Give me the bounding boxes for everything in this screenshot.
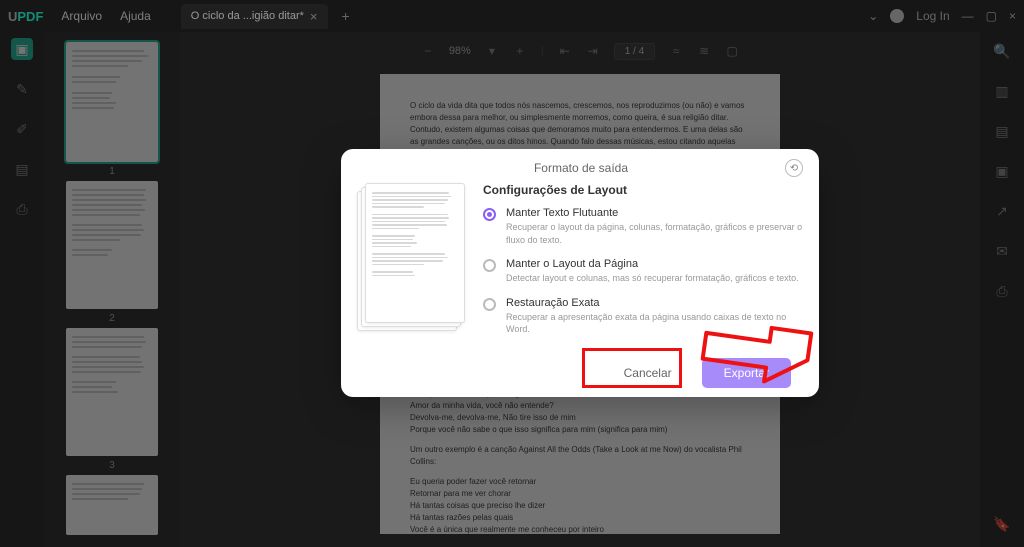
layout-option-page[interactable]: Manter o Layout da Página Detectar layou… <box>483 258 803 285</box>
layout-option-flowing[interactable]: Manter Texto Flutuante Recuperar o layou… <box>483 207 803 246</box>
option-desc: Recuperar a apresentação exata da página… <box>506 311 803 336</box>
radio-icon[interactable] <box>483 259 496 272</box>
option-desc: Recuperar o layout da página, colunas, f… <box>506 221 803 246</box>
option-desc: Detectar layout e colunas, mas só recupe… <box>506 272 799 285</box>
modal-header-title: Formato de saída <box>514 161 628 175</box>
radio-icon[interactable] <box>483 208 496 221</box>
modal-title: Configurações de Layout <box>483 183 803 197</box>
radio-icon[interactable] <box>483 298 496 311</box>
option-label: Manter Texto Flutuante <box>506 207 803 219</box>
cancel-button[interactable]: Cancelar <box>624 366 672 380</box>
option-label: Manter o Layout da Página <box>506 258 799 270</box>
export-modal: Formato de saída ⟲ Configurações de Layo… <box>341 149 819 397</box>
export-button[interactable]: Exportar <box>702 358 791 388</box>
preview-thumbnail <box>357 183 465 333</box>
modal-close-icon[interactable]: ⟲ <box>785 159 803 177</box>
option-label: Restauração Exata <box>506 297 803 309</box>
layout-option-exact[interactable]: Restauração Exata Recuperar a apresentaç… <box>483 297 803 336</box>
